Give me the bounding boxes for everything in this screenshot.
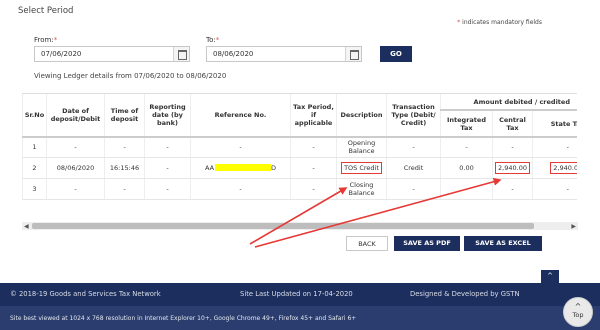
cell-reporting-date: - — [144, 137, 191, 158]
horizontal-scrollbar[interactable]: ◀ ▶ — [22, 222, 578, 230]
footer-browser-note: Site best viewed at 1024 x 768 resolutio… — [0, 306, 600, 330]
footer-designed-by: Designed & Developed by GSTN — [410, 290, 520, 298]
save-as-excel-button[interactable]: SAVE AS EXCEL — [464, 236, 542, 251]
cell-date: 08/06/2020 — [46, 157, 105, 179]
th-state-tax: State Tax — [531, 110, 577, 138]
to-label: To:* — [206, 36, 219, 44]
back-to-top-button[interactable]: ^ Top — [563, 297, 593, 327]
cell-central-tax: 2,940.00 — [492, 157, 533, 179]
back-button[interactable]: BACK — [346, 236, 388, 251]
footer-copyright: © 2018-19 Goods and Services Tax Network — [10, 290, 161, 298]
ledger-table: Sr.No Date of deposit/Debit Time of depo… — [22, 94, 577, 200]
table-row: 1 - - - - - Opening Balance - - - - — [22, 137, 577, 158]
cell-tax-period: - — [290, 157, 337, 179]
cell-description: Opening Balance — [336, 137, 387, 158]
highlight-box: TOS Credit — [341, 161, 382, 174]
th-reporting-date: Reporting date (by bank) — [144, 94, 191, 138]
th-time: Time of deposit — [104, 94, 145, 138]
cell-srno: 2 — [22, 157, 47, 179]
scroll-right-icon[interactable]: ▶ — [571, 223, 576, 230]
th-integrated-tax: Integrated Tax — [440, 110, 493, 138]
cell-state-tax: - — [531, 178, 577, 200]
cell-state-tax: 2,940.00 — [531, 157, 577, 179]
footer-main: © 2018-19 Goods and Services Tax Network… — [0, 283, 600, 306]
cell-integrated-tax: - — [440, 178, 493, 200]
cell-central-tax: - — [492, 178, 533, 200]
cell-description: Closing Balance — [336, 178, 387, 200]
th-amount: Amount debited / credited — [439, 94, 577, 111]
reference-suffix: D — [271, 163, 277, 172]
to-required-star: * — [215, 36, 220, 44]
ledger-table-container: Sr.No Date of deposit/Debit Time of depo… — [22, 93, 577, 215]
highlight-box: 2,940.00 — [550, 161, 577, 174]
from-label-text: From: — [34, 36, 54, 44]
save-as-pdf-button[interactable]: SAVE AS PDF — [394, 236, 460, 251]
viewing-range-text: Viewing Ledger details from 07/06/2020 t… — [34, 72, 227, 80]
cell-reference: - — [190, 137, 291, 158]
cell-reference: - — [190, 178, 291, 200]
from-required-star: * — [53, 36, 58, 44]
to-date-input[interactable]: 08/06/2020 — [206, 46, 362, 62]
redaction-mark — [215, 164, 272, 171]
cell-central-tax: - — [492, 137, 533, 158]
footer-last-updated: Site Last Updated on 17-04-2020 — [240, 290, 353, 298]
th-tax-period: Tax Period, if applicable — [290, 94, 337, 138]
best-viewed-text: Site best viewed at 1024 x 768 resolutio… — [10, 315, 357, 322]
cell-time: - — [104, 137, 145, 158]
cell-description: TOS Credit — [336, 157, 387, 179]
th-reference: Reference No. — [190, 94, 291, 138]
ledger-panel: Select Period * indicates mandatory fiel… — [0, 0, 600, 283]
cell-reference: AA D — [190, 157, 291, 179]
from-date-value: 07/06/2020 — [41, 50, 82, 58]
scroll-up-button[interactable]: ^ — [541, 270, 559, 283]
cell-integrated-tax: 0.00 — [440, 157, 493, 179]
to-label-text: To: — [206, 36, 216, 44]
calendar-icon[interactable] — [345, 47, 361, 61]
cell-reporting-date: - — [144, 157, 191, 179]
table-row: 3 - - - - - Closing Balance - - - - — [22, 178, 577, 200]
top-label: Top — [572, 311, 584, 319]
scroll-thumb[interactable] — [32, 223, 534, 229]
to-date-value: 08/06/2020 — [213, 50, 254, 58]
cell-time: - — [104, 178, 145, 200]
reference-prefix: AA — [204, 163, 215, 172]
cell-date: - — [46, 178, 105, 200]
cell-transaction-type: - — [386, 178, 441, 200]
th-srno: Sr.No — [22, 94, 47, 138]
scroll-left-icon[interactable]: ◀ — [24, 223, 29, 230]
chevron-up-icon: ^ — [574, 302, 582, 311]
go-button[interactable]: GO — [380, 46, 412, 62]
cell-tax-period: - — [290, 137, 337, 158]
cell-srno: 3 — [22, 178, 47, 200]
th-transaction-type: Transaction Type (Debit/ Credit) — [386, 94, 441, 138]
th-description: Description — [336, 94, 387, 138]
from-date-input[interactable]: 07/06/2020 — [34, 46, 190, 62]
mandatory-text: indicates mandatory fields — [460, 19, 542, 26]
cell-srno: 1 — [22, 137, 47, 158]
mandatory-note: * indicates mandatory fields — [457, 19, 542, 26]
calendar-icon[interactable] — [173, 47, 189, 61]
cell-integrated-tax: - — [440, 137, 493, 158]
cell-time: 16:15:46 — [104, 157, 145, 179]
th-central-tax: Central Tax — [492, 110, 533, 138]
table-row: 2 08/06/2020 16:15:46 - AA D - TOS Credit… — [22, 157, 577, 179]
cell-transaction-type: - — [386, 137, 441, 158]
cell-date: - — [46, 137, 105, 158]
cell-state-tax: - — [531, 137, 577, 158]
cell-transaction-type: Credit — [386, 157, 441, 179]
highlight-box: 2,940.00 — [495, 161, 530, 174]
from-label: From:* — [34, 36, 57, 44]
cell-tax-period: - — [290, 178, 337, 200]
th-date: Date of deposit/Debit — [46, 94, 105, 138]
cell-reporting-date: - — [144, 178, 191, 200]
section-title: Select Period — [18, 6, 74, 16]
